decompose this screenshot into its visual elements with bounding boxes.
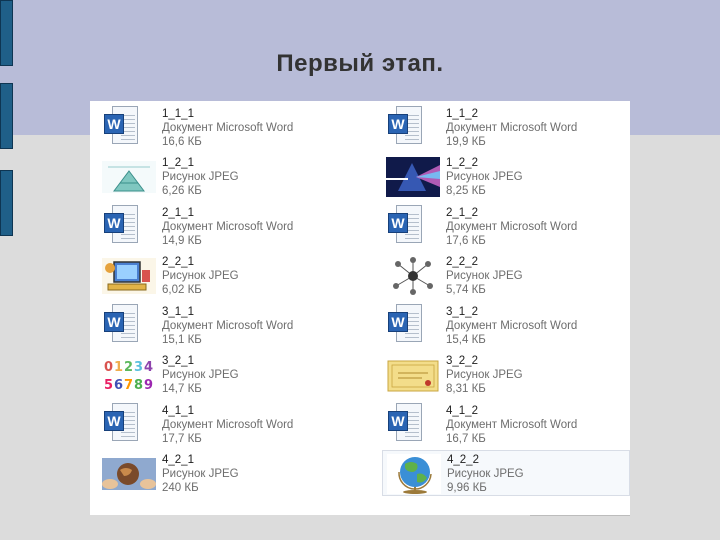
file-size: 15,4 КБ — [446, 334, 486, 346]
file-type: Рисунок JPEG — [446, 369, 523, 381]
file-name: 2_2_2 — [446, 256, 478, 268]
file-type: Документ Microsoft Word — [162, 320, 294, 332]
file-size: 14,7 КБ — [162, 383, 202, 395]
globe-image-icon — [387, 454, 441, 494]
word-document-icon: W — [104, 106, 140, 146]
file-item[interactable]: 1_2_2 Рисунок JPEG 8,25 КБ — [374, 154, 644, 200]
globe-hands-image-icon — [102, 458, 156, 490]
svg-text:5: 5 — [104, 378, 113, 393]
word-document-icon: W — [104, 403, 140, 443]
file-item[interactable]: W 2_1_1 Документ Microsoft Word 14,9 КБ — [90, 204, 360, 250]
file-type: Рисунок JPEG — [162, 270, 239, 282]
file-item[interactable]: W 3_1_1 Документ Microsoft Word 15,1 КБ — [90, 303, 360, 349]
svg-text:7: 7 — [124, 378, 133, 393]
file-size: 16,7 КБ — [446, 433, 486, 445]
file-size: 19,9 КБ — [446, 136, 486, 148]
file-name: 3_2_1 — [162, 355, 194, 367]
file-size: 8,31 КБ — [446, 383, 486, 395]
numbers-image-icon: 01 23 4 56 78 9 — [102, 355, 156, 395]
word-document-icon: W — [104, 304, 140, 344]
file-type: Документ Microsoft Word — [446, 122, 578, 134]
file-item[interactable]: W 4_1_1 Документ Microsoft Word 17,7 КБ — [90, 402, 360, 448]
file-type: Рисунок JPEG — [162, 369, 239, 381]
file-item[interactable]: 01 23 4 56 78 9 3_2_1 Рисунок JPEG 14,7 … — [90, 352, 360, 398]
file-item-selected[interactable]: 4_2_2 Рисунок JPEG 9,96 КБ — [382, 450, 630, 496]
svg-text:0: 0 — [104, 360, 113, 375]
file-size: 8,25 КБ — [446, 185, 486, 197]
side-tab-2 — [0, 83, 13, 149]
file-name: 4_1_1 — [162, 405, 194, 417]
file-type: Документ Microsoft Word — [162, 221, 294, 233]
computer-image-icon — [102, 258, 156, 294]
file-item[interactable]: W 3_1_2 Документ Microsoft Word 15,4 КБ — [374, 303, 644, 349]
file-name: 3_1_2 — [446, 306, 478, 318]
word-document-icon: W — [388, 106, 424, 146]
svg-text:1: 1 — [114, 360, 123, 375]
file-name: 1_2_2 — [446, 157, 478, 169]
file-type: Рисунок JPEG — [447, 468, 524, 480]
file-size: 17,6 КБ — [446, 235, 486, 247]
file-name: 3_1_1 — [162, 306, 194, 318]
certificate-image-icon — [387, 360, 439, 392]
file-type: Документ Microsoft Word — [446, 221, 578, 233]
file-size: 15,1 КБ — [162, 334, 202, 346]
file-size: 17,7 КБ — [162, 433, 202, 445]
file-item[interactable]: 3_2_2 Рисунок JPEG 8,31 КБ — [374, 352, 644, 398]
file-name: 4_1_2 — [446, 405, 478, 417]
word-document-icon: W — [388, 205, 424, 245]
slide-title: Первый этап. — [276, 50, 444, 77]
file-size: 5,74 КБ — [446, 284, 486, 296]
prism-image-icon — [386, 157, 440, 197]
panel-bottom-edge — [530, 515, 630, 516]
file-size: 6,26 КБ — [162, 185, 202, 197]
file-type: Рисунок JPEG — [162, 468, 239, 480]
file-size: 16,6 КБ — [162, 136, 202, 148]
file-item[interactable]: W 2_1_2 Документ Microsoft Word 17,6 КБ — [374, 204, 644, 250]
word-document-icon: W — [388, 304, 424, 344]
file-type: Рисунок JPEG — [446, 171, 523, 183]
file-item[interactable]: 2_2_1 Рисунок JPEG 6,02 КБ — [90, 253, 360, 299]
file-type: Документ Microsoft Word — [446, 419, 578, 431]
file-size: 240 КБ — [162, 482, 199, 494]
file-size: 9,96 КБ — [447, 482, 487, 494]
file-name: 3_2_2 — [446, 355, 478, 367]
pyramid-image-icon — [102, 161, 156, 193]
file-type: Документ Microsoft Word — [446, 320, 578, 332]
svg-text:2: 2 — [124, 360, 133, 375]
file-name: 1_1_1 — [162, 108, 194, 120]
file-name: 4_2_1 — [162, 454, 194, 466]
svg-text:3: 3 — [134, 360, 143, 375]
file-type: Рисунок JPEG — [162, 171, 239, 183]
svg-text:6: 6 — [114, 378, 123, 393]
word-document-icon: W — [388, 403, 424, 443]
word-document-icon: W — [104, 205, 140, 245]
side-tab-3 — [0, 170, 13, 236]
svg-text:9: 9 — [144, 378, 153, 393]
file-name: 2_2_1 — [162, 256, 194, 268]
file-size: 14,9 КБ — [162, 235, 202, 247]
file-item[interactable]: 2_2_2 Рисунок JPEG 5,74 КБ — [374, 253, 644, 299]
file-name: 1_1_2 — [446, 108, 478, 120]
file-name: 4_2_2 — [447, 454, 479, 466]
file-size: 6,02 КБ — [162, 284, 202, 296]
network-image-icon — [386, 256, 440, 296]
file-name: 1_2_1 — [162, 157, 194, 169]
slide-left-band — [28, 135, 90, 540]
file-type: Документ Microsoft Word — [162, 122, 294, 134]
file-item[interactable]: W 4_1_2 Документ Microsoft Word 16,7 КБ — [374, 402, 644, 448]
file-list-panel: W 1_1_1 Документ Microsoft Word 16,6 КБ … — [90, 101, 630, 515]
file-name: 2_1_1 — [162, 207, 194, 219]
file-item[interactable]: W 1_1_2 Документ Microsoft Word 19,9 КБ — [374, 105, 644, 151]
svg-text:8: 8 — [134, 378, 143, 393]
file-type: Рисунок JPEG — [446, 270, 523, 282]
file-type: Документ Microsoft Word — [162, 419, 294, 431]
svg-text:4: 4 — [144, 360, 153, 375]
file-item[interactable]: W 1_1_1 Документ Microsoft Word 16,6 КБ — [90, 105, 360, 151]
file-name: 2_1_2 — [446, 207, 478, 219]
file-item[interactable]: 4_2_1 Рисунок JPEG 240 КБ — [90, 451, 360, 497]
file-item[interactable]: 1_2_1 Рисунок JPEG 6,26 КБ — [90, 154, 360, 200]
